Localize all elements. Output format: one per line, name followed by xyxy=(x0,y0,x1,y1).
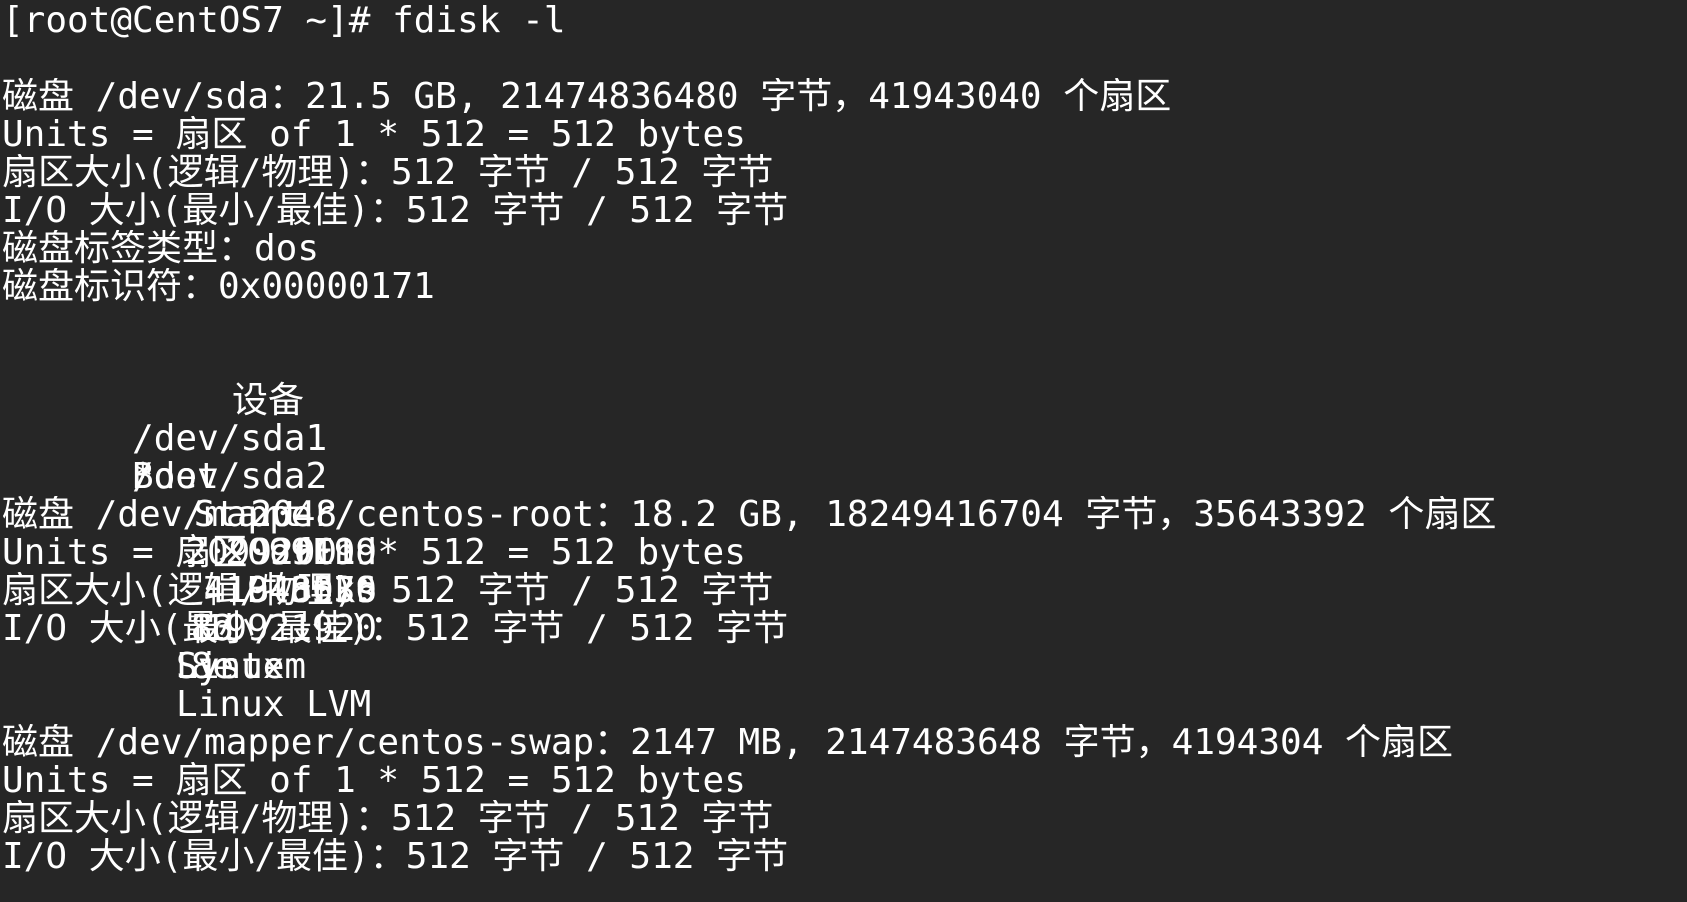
disk-sector-size: 扇区大小(逻辑/物理)：512 字节 / 512 字节 xyxy=(2,800,774,838)
disk-units: Units = 扇区 of 1 * 512 = 512 bytes xyxy=(2,116,746,154)
disk-io-size: I/O 大小(最小/最佳)：512 字节 / 512 字节 xyxy=(2,192,789,230)
disk-identifier: 磁盘标识符：0x00000171 xyxy=(2,268,435,306)
partition-system: Linux LVM xyxy=(176,684,372,725)
disk-io-size: I/O 大小(最小/最佳)：512 字节 / 512 字节 xyxy=(2,610,789,648)
command-prompt-line: [root@CentOS7 ~]# fdisk -l xyxy=(2,2,566,40)
disk-io-size: I/O 大小(最小/最佳)：512 字节 / 512 字节 xyxy=(2,838,789,876)
disk-units: Units = 扇区 of 1 * 512 = 512 bytes xyxy=(2,762,746,800)
partition-table: 设备 Boot Start End Blocks Id System /dev/… xyxy=(2,344,1687,724)
disk-units: Units = 扇区 of 1 * 512 = 512 bytes xyxy=(2,534,746,572)
disk-info-sda: 磁盘 /dev/sda：21.5 GB, 21474836480 字节，4194… xyxy=(2,78,1687,306)
partition-device: /dev/sda1 xyxy=(132,418,328,459)
disk-sector-size: 扇区大小(逻辑/物理)：512 字节 / 512 字节 xyxy=(2,572,774,610)
partition-id: 8e xyxy=(190,646,235,687)
disk-sector-size: 扇区大小(逻辑/物理)：512 字节 / 512 字节 xyxy=(2,154,774,192)
partition-table-header: 设备 Boot Start End Blocks Id System xyxy=(2,344,1687,686)
disk-summary: 磁盘 /dev/mapper/centos-swap：2147 MB, 2147… xyxy=(2,724,1454,762)
disk-info-centos-swap: 磁盘 /dev/mapper/centos-swap：2147 MB, 2147… xyxy=(2,724,1687,876)
header-device: 设备 xyxy=(232,380,305,421)
disk-summary: 磁盘 /dev/sda：21.5 GB, 21474836480 字节，4194… xyxy=(2,78,1172,116)
partition-device: /dev/sda2 xyxy=(132,456,328,497)
terminal-window[interactable]: [root@CentOS7 ~]# fdisk -l 磁盘 /dev/sda：2… xyxy=(0,0,1687,902)
disk-info-centos-root: 磁盘 /dev/mapper/centos-root：18.2 GB, 1824… xyxy=(2,496,1687,648)
disk-label-type: 磁盘标签类型：dos xyxy=(2,230,320,268)
disk-summary: 磁盘 /dev/mapper/centos-root：18.2 GB, 1824… xyxy=(2,496,1497,534)
